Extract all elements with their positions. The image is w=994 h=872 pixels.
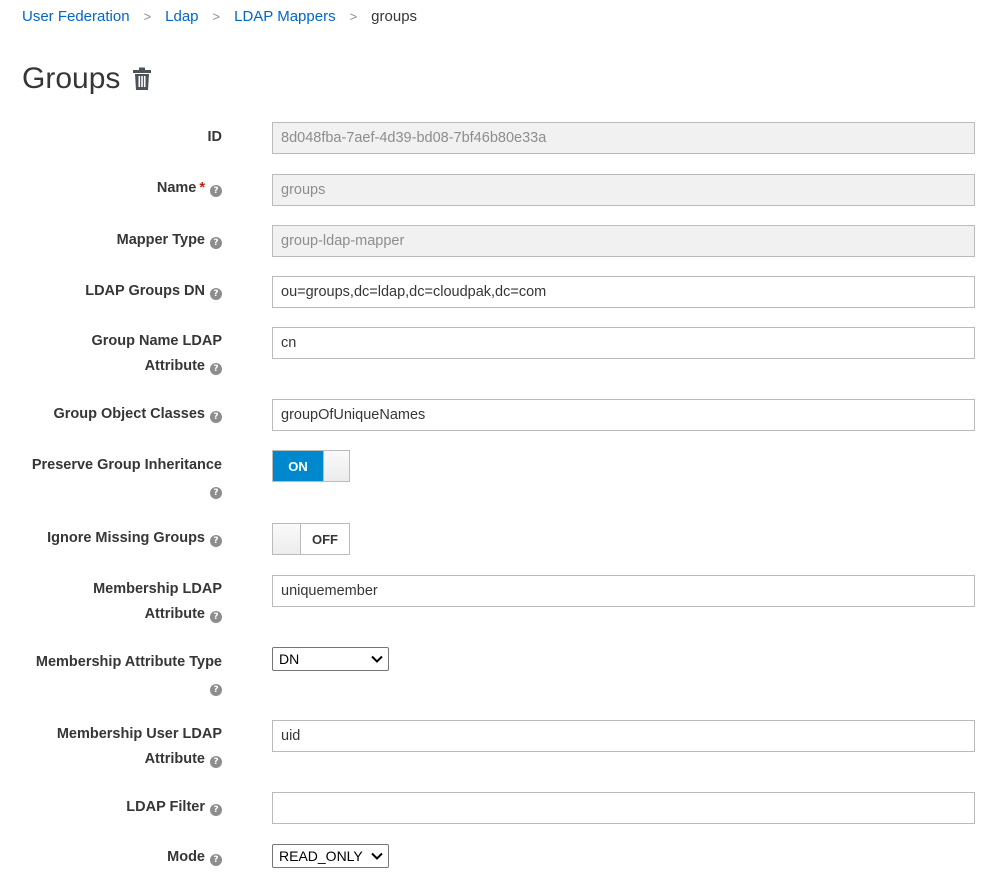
group-object-classes-label: Group Object Classes? xyxy=(20,402,222,427)
breadcrumb-ldap-mappers[interactable]: LDAP Mappers xyxy=(234,8,335,25)
toggle-knob xyxy=(323,451,349,481)
mapper-type-field xyxy=(272,225,975,257)
group-name-attr-input[interactable] xyxy=(272,327,975,359)
question-circle-icon[interactable]: ? xyxy=(210,804,222,816)
breadcrumb-ldap[interactable]: Ldap xyxy=(165,8,198,25)
ldap-filter-label: LDAP Filter? xyxy=(20,795,222,820)
question-circle-icon[interactable]: ? xyxy=(210,363,222,375)
group-object-classes-input[interactable] xyxy=(272,399,975,431)
breadcrumb: User Federation > Ldap > LDAP Mappers > … xyxy=(22,6,417,26)
page-title: Groups xyxy=(22,62,121,95)
chevron-down-icon xyxy=(370,654,384,664)
question-circle-icon[interactable]: ? xyxy=(210,756,222,768)
question-circle-icon[interactable]: ? xyxy=(210,611,222,623)
question-circle-icon[interactable]: ? xyxy=(210,854,222,866)
membership-attr-label: Membership LDAP Attribute? xyxy=(93,581,222,623)
question-circle-icon[interactable]: ? xyxy=(210,684,222,696)
required-marker: * xyxy=(199,180,205,196)
select-value: READ_ONLY xyxy=(279,848,363,864)
toggle-off-label: OFF xyxy=(312,531,338,547)
ldap-groups-dn-label: LDAP Groups DN? xyxy=(20,279,222,304)
mode-label: Mode? xyxy=(20,845,222,870)
group-name-attr-label: Group Name LDAP Attribute? xyxy=(91,333,222,375)
membership-user-attr-input[interactable] xyxy=(272,720,975,752)
ignore-missing-toggle[interactable]: OFF xyxy=(272,523,350,555)
question-circle-icon[interactable]: ? xyxy=(210,487,222,499)
preserve-inheritance-label: Preserve Group Inheritance? xyxy=(31,457,222,499)
breadcrumb-separator: > xyxy=(212,8,221,24)
membership-attr-input[interactable] xyxy=(272,575,975,607)
ldap-groups-dn-input[interactable] xyxy=(272,276,975,308)
trash-icon[interactable] xyxy=(132,67,152,91)
membership-attr-type-select[interactable]: DN xyxy=(272,647,389,671)
breadcrumb-separator: > xyxy=(143,8,152,24)
question-circle-icon[interactable]: ? xyxy=(210,288,222,300)
chevron-down-icon xyxy=(370,851,384,861)
ignore-missing-label: Ignore Missing Groups? xyxy=(20,526,222,551)
mapper-type-label: Mapper Type? xyxy=(20,228,222,253)
question-circle-icon[interactable]: ? xyxy=(210,237,222,249)
name-label: Name *? xyxy=(20,176,222,201)
membership-attr-type-label: Membership Attribute Type? xyxy=(35,654,222,696)
ldap-filter-input[interactable] xyxy=(272,792,975,824)
question-circle-icon[interactable]: ? xyxy=(210,535,222,547)
id-label: ID xyxy=(207,129,223,145)
id-field xyxy=(272,122,975,154)
membership-user-attr-label: Membership User LDAP Attribute? xyxy=(56,726,222,768)
name-field xyxy=(272,174,975,206)
toggle-knob xyxy=(273,524,301,554)
select-value: DN xyxy=(279,651,300,667)
breadcrumb-current: groups xyxy=(371,7,418,25)
breadcrumb-user-federation[interactable]: User Federation xyxy=(22,8,130,25)
preserve-inheritance-toggle[interactable]: ON xyxy=(272,450,350,482)
page-header: Groups xyxy=(22,62,152,96)
toggle-on-label: ON xyxy=(273,451,323,481)
question-circle-icon[interactable]: ? xyxy=(210,411,222,423)
mode-select[interactable]: READ_ONLY xyxy=(272,844,389,868)
question-circle-icon[interactable]: ? xyxy=(210,185,222,197)
breadcrumb-separator: > xyxy=(349,8,358,24)
